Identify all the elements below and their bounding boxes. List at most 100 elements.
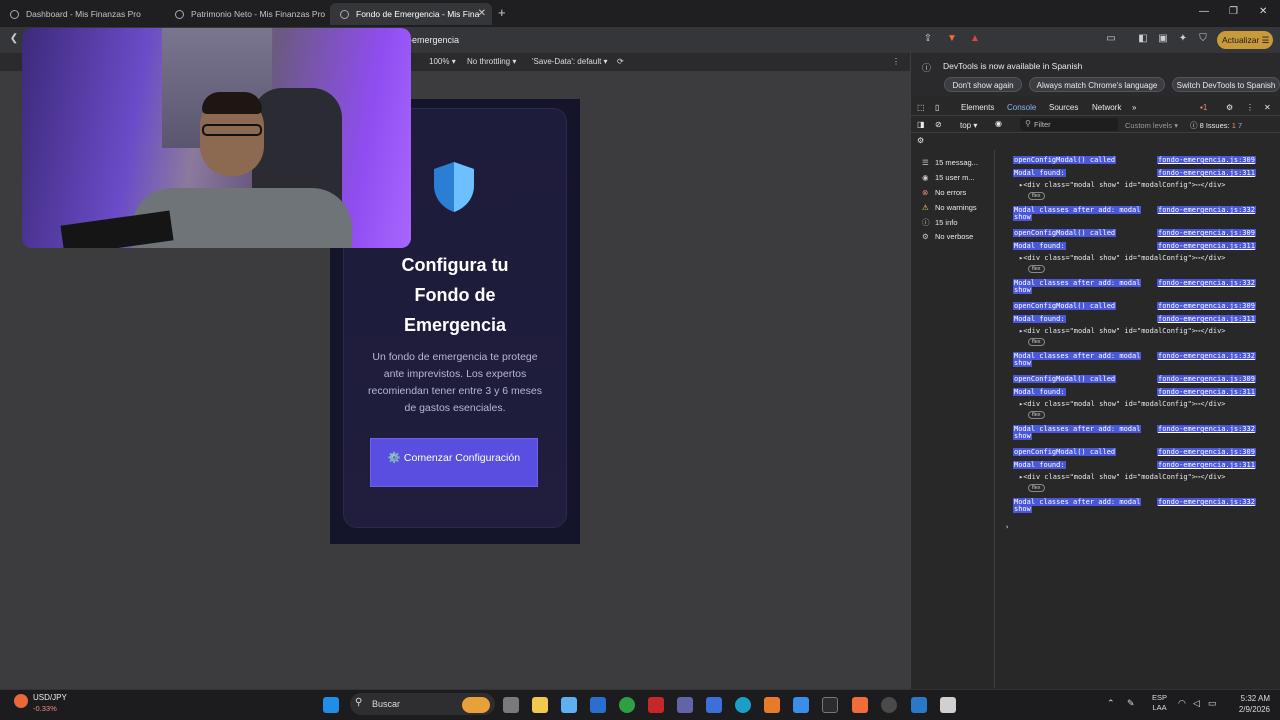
log-source-link[interactable]: fondo-emergencia.js:309 — [1157, 375, 1256, 383]
eye-icon[interactable]: ◉ — [995, 119, 1002, 128]
xampp-icon[interactable] — [764, 697, 780, 713]
close-tab-icon[interactable]: ✕ — [478, 8, 486, 19]
match-language-button[interactable]: Always match Chrome's language — [1029, 77, 1165, 92]
task-view-icon[interactable] — [503, 697, 519, 713]
tab-dashboard[interactable]: Dashboard - Mis Finanzas Pro — [0, 3, 165, 25]
device-toggle-icon[interactable]: ▯ — [935, 103, 939, 112]
wallet-icon[interactable]: ▣ — [1157, 33, 1169, 45]
sidebar-icon[interactable]: ◧ — [1137, 33, 1149, 45]
log-source-link[interactable]: fondo-emergencia.js:311 — [1157, 169, 1256, 177]
console-log-line[interactable]: ▸<div class="modal show" id="modalConfig… — [1019, 473, 1226, 481]
chrome-icon[interactable] — [619, 697, 635, 713]
log-source-link[interactable]: fondo-emergencia.js:311 — [1157, 461, 1256, 469]
update-button[interactable]: Actualizar ☰ — [1217, 31, 1273, 49]
brave-icon[interactable] — [852, 697, 868, 713]
context-select[interactable]: top ▾ — [960, 121, 977, 130]
save-data-select[interactable]: 'Save-Data': default ▾ — [532, 57, 608, 66]
language-indicator[interactable]: ESP LAA — [1152, 693, 1167, 713]
close-devtools-icon[interactable]: ✕ — [1264, 103, 1271, 112]
more-options-icon[interactable]: ⋮ — [892, 57, 900, 66]
notepad-icon[interactable] — [793, 697, 809, 713]
tab-patrimonio[interactable]: Patrimonio Neto - Mis Finanzas Pro — [165, 3, 330, 25]
rewards-icon[interactable]: ▲ — [969, 33, 981, 45]
start-icon[interactable] — [323, 697, 339, 713]
log-source-link[interactable]: fondo-emergencia.js:311 — [1157, 242, 1256, 250]
pen-icon[interactable]: ✎ — [1127, 698, 1135, 709]
log-source-link[interactable]: fondo-emergencia.js:332 — [1157, 425, 1256, 433]
log-source-link[interactable]: fondo-emergencia.js:332 — [1157, 498, 1256, 506]
sidebar-messages[interactable]: ☰ 15 messag... — [922, 158, 978, 167]
filter-input[interactable]: Filter — [1020, 118, 1118, 131]
switch-spanish-button[interactable]: Switch DevTools to Spanish — [1172, 77, 1280, 92]
brave-shield-icon[interactable]: ▼ — [946, 33, 958, 45]
sidebar-errors[interactable]: ⊗ No errors — [922, 188, 966, 197]
vpn-icon[interactable]: ⛉ — [1197, 33, 1209, 45]
log-source-link[interactable]: fondo-emergencia.js:332 — [1157, 279, 1256, 287]
console-prompt-icon[interactable]: › — [1005, 523, 1009, 531]
log-source-link[interactable]: fondo-emergencia.js:311 — [1157, 388, 1256, 396]
tray-chevron-icon[interactable]: ⌃ — [1107, 698, 1115, 709]
sidebar-verbose[interactable]: ⚙ No verbose — [922, 232, 973, 241]
log-source-link[interactable]: fondo-emergencia.js:309 — [1157, 229, 1256, 237]
volume-icon[interactable]: ◁ — [1193, 698, 1200, 709]
flex-badge[interactable]: flex — [1028, 338, 1045, 346]
zoom-select[interactable]: 100% ▾ — [429, 57, 456, 66]
clear-console-icon[interactable]: ⊘ — [935, 120, 942, 129]
tab-elements[interactable]: Elements — [961, 103, 994, 112]
custom-levels-select[interactable]: Custom levels ▾ — [1125, 121, 1178, 130]
leo-icon[interactable]: ✦ — [1177, 33, 1189, 45]
flex-badge[interactable]: flex — [1028, 411, 1045, 419]
more-menu-icon[interactable]: ⋮ — [1246, 103, 1254, 112]
log-source-link[interactable]: fondo-emergencia.js:332 — [1157, 352, 1256, 360]
battery-icon[interactable]: ▭ — [1208, 698, 1217, 709]
tab-console[interactable]: Console — [1007, 103, 1036, 112]
new-tab-button[interactable]: + — [498, 5, 506, 20]
restore-icon[interactable]: ❐ — [1229, 6, 1238, 17]
log-source-link[interactable]: fondo-emergencia.js:311 — [1157, 315, 1256, 323]
throttle-select[interactable]: No throttling ▾ — [467, 57, 516, 66]
flex-badge[interactable]: flex — [1028, 192, 1045, 200]
arc-icon[interactable] — [706, 697, 722, 713]
store-icon[interactable] — [590, 697, 606, 713]
sidebar-user-messages[interactable]: ◉ 15 user m... — [922, 173, 975, 182]
tab-network[interactable]: Network — [1092, 103, 1121, 112]
address-bar[interactable]: o-emergencia — [400, 31, 910, 49]
sidebar-info[interactable]: ⓘ 15 info — [922, 217, 958, 228]
file-explorer-icon[interactable] — [532, 697, 548, 713]
log-source-link[interactable]: fondo-emergencia.js:309 — [1157, 156, 1256, 164]
log-source-link[interactable]: fondo-emergencia.js:309 — [1157, 302, 1256, 310]
console-log-line[interactable]: ▸<div class="modal show" id="modalConfig… — [1019, 181, 1226, 189]
share-icon[interactable]: ⇪ — [922, 33, 934, 45]
app-icon[interactable] — [940, 697, 956, 713]
console-log-line[interactable]: ▸<div class="modal show" id="modalConfig… — [1019, 254, 1226, 262]
tab-fondo[interactable]: Fondo de Emergencia - Mis Fina ✕ — [330, 3, 492, 25]
obs-icon[interactable] — [881, 697, 897, 713]
console-settings-icon[interactable]: ⚙ — [917, 136, 924, 145]
rotate-icon[interactable]: ⟳ — [617, 57, 624, 66]
log-source-link[interactable]: fondo-emergencia.js:332 — [1157, 206, 1256, 214]
terminal-icon[interactable] — [822, 697, 838, 713]
back-icon[interactable]: ❮ — [8, 33, 20, 45]
issues-counter[interactable]: ⓘ 8 Issues: 1 7 — [1190, 120, 1242, 131]
tab-sources[interactable]: Sources — [1049, 103, 1078, 112]
clock[interactable]: 5:32 AM 2/9/2026 — [1228, 693, 1270, 715]
console-log-line[interactable]: ▸<div class="modal show" id="modalConfig… — [1019, 400, 1226, 408]
teams-icon[interactable] — [677, 697, 693, 713]
flex-badge[interactable]: flex — [1028, 265, 1045, 273]
wifi-icon[interactable]: ◠ — [1178, 698, 1186, 709]
inspect-icon[interactable]: ⬚ — [917, 103, 925, 112]
more-tabs-icon[interactable]: » — [1132, 103, 1136, 112]
settings-gear-icon[interactable]: ⚙ — [1226, 103, 1233, 112]
copilot-icon[interactable] — [561, 697, 577, 713]
log-source-link[interactable]: fondo-emergencia.js:309 — [1157, 448, 1256, 456]
close-window-icon[interactable]: ✕ — [1259, 6, 1267, 17]
extension-icon[interactable]: ▭ — [1105, 33, 1117, 45]
sidebar-warnings[interactable]: ⚠ No warnings — [922, 203, 977, 212]
console-log-line[interactable]: ▸<div class="modal show" id="modalConfig… — [1019, 327, 1226, 335]
vivaldi-icon[interactable] — [648, 697, 664, 713]
sidebar-toggle-icon[interactable]: ◨ — [917, 120, 925, 129]
vscode-icon[interactable] — [911, 697, 927, 713]
start-config-button[interactable]: ⚙️ Comenzar Configuración — [370, 438, 538, 487]
edge-icon[interactable] — [735, 697, 751, 713]
dont-show-again-button[interactable]: Don't show again — [944, 77, 1022, 92]
